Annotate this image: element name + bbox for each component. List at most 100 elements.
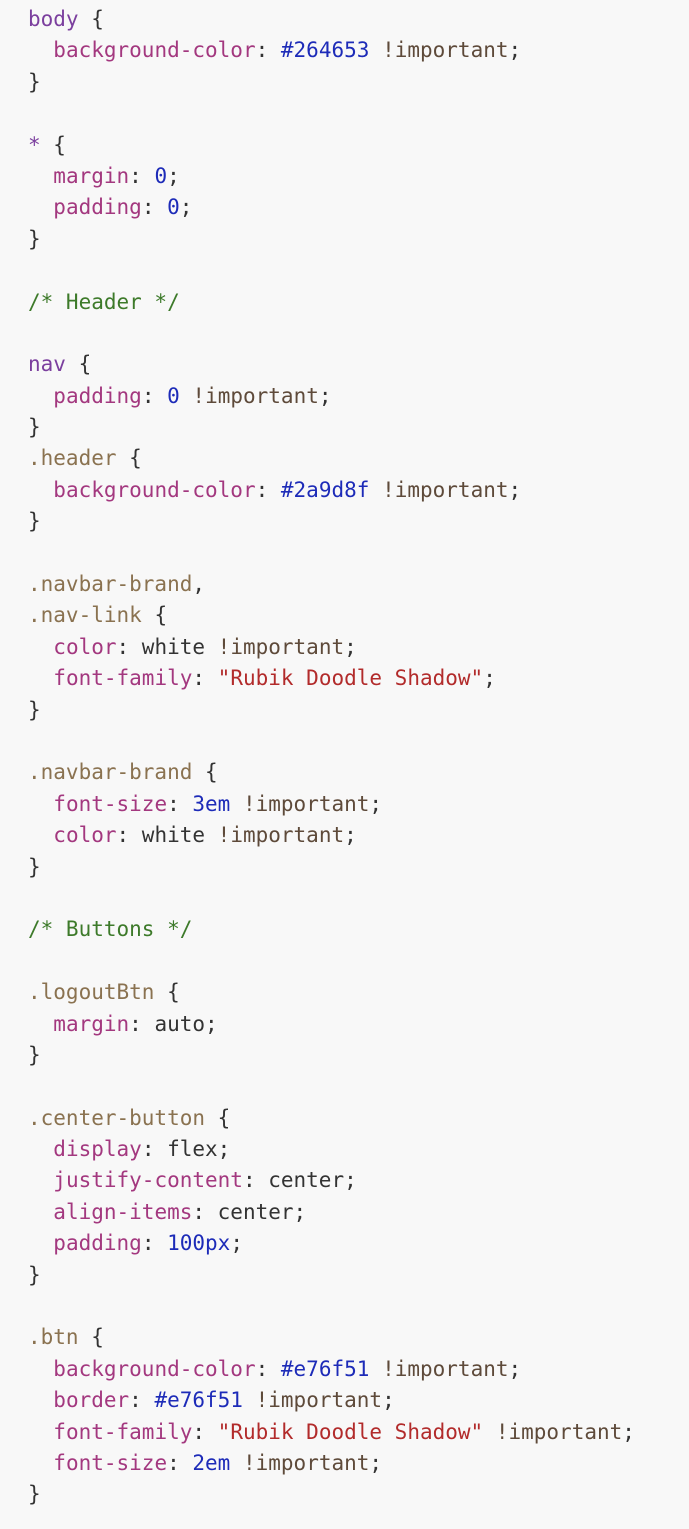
code-line: } [28, 506, 689, 537]
code-line: } [28, 1260, 689, 1291]
code-token: ; [382, 1388, 395, 1413]
code-line: .logoutBtn { [28, 977, 689, 1008]
code-line: .center-button { [28, 1103, 689, 1134]
code-token: ; [344, 634, 357, 659]
code-token: background-color [53, 38, 256, 63]
code-line: display: flex; [28, 1134, 689, 1165]
code-token: #e76f51 [280, 1356, 370, 1381]
code-line: margin: 0; [28, 161, 689, 192]
code-token: ; [508, 38, 522, 63]
code-token: .logoutBtn [28, 980, 155, 1005]
code-token: !important [217, 634, 345, 659]
code-token: !important [217, 823, 345, 848]
code-token: font-family [53, 1419, 193, 1444]
code-line: nav { [28, 349, 689, 380]
code-line: font-family: "Rubik Doodle Shadow" !impo… [28, 1417, 689, 1448]
code-token: { [154, 980, 180, 1005]
code-token: : [141, 1231, 168, 1256]
code-token: } [28, 415, 41, 440]
code-line: body { [28, 4, 689, 35]
code-token: font-size [53, 791, 168, 816]
code-token: ; [622, 1419, 635, 1444]
code-line: padding: 100px; [28, 1228, 689, 1259]
code-token: } [28, 1262, 41, 1287]
code-token: padding [53, 1231, 142, 1256]
code-token: : [167, 1450, 193, 1475]
code-token: /* Buttons */ [28, 917, 193, 942]
code-token: background-color [53, 477, 256, 502]
code-token: color [53, 823, 117, 848]
code-token: .header [28, 446, 117, 471]
code-token: * [28, 132, 41, 157]
code-token: ; [179, 195, 193, 220]
code-token: : [255, 38, 281, 63]
code-token: ; [508, 1356, 522, 1381]
code-token: 2em [192, 1450, 231, 1475]
code-token: : [129, 1388, 155, 1413]
code-line: .navbar-brand { [28, 757, 689, 788]
code-token: : [192, 1419, 218, 1444]
code-line: } [28, 1479, 689, 1510]
code-token: { [205, 1105, 231, 1130]
code-line: padding: 0 !important; [28, 381, 689, 412]
code-token: !important [382, 1356, 509, 1381]
code-token: ; [318, 383, 332, 408]
code-token: 0 [167, 195, 180, 220]
code-token: 3em [192, 791, 231, 816]
code-token: ; [344, 823, 357, 848]
code-token: ; [369, 1450, 383, 1475]
code-token: padding [53, 383, 142, 408]
code-token: : [255, 477, 281, 502]
code-token: !important [242, 1450, 370, 1475]
code-line: background-color: #e76f51 !important; [28, 1354, 689, 1385]
code-line: } [28, 412, 689, 443]
code-token: ; [483, 666, 496, 691]
code-line: background-color: #264653 !important; [28, 35, 689, 66]
code-token: } [28, 697, 41, 722]
code-token: : [255, 1356, 281, 1381]
code-token: } [28, 1042, 41, 1067]
code-line: .header { [28, 443, 689, 474]
code-token: 100px [167, 1231, 231, 1256]
code-token: border [53, 1388, 130, 1413]
code-token: : center; [192, 1199, 307, 1224]
code-token: : flex; [141, 1137, 231, 1162]
code-token: : [192, 666, 218, 691]
code-token: #e76f51 [154, 1388, 243, 1413]
code-token: "Rubik Doodle Shadow" [217, 666, 484, 691]
code-token: 0 [167, 383, 180, 408]
code-token: { [78, 7, 104, 31]
code-token: .center-button [28, 1105, 206, 1130]
code-token: : center; [242, 1168, 357, 1193]
code-token: : [141, 195, 168, 220]
code-token: { [116, 446, 142, 471]
code-token: : [141, 383, 168, 408]
code-token: { [141, 603, 168, 628]
code-token: font-family [53, 666, 193, 691]
